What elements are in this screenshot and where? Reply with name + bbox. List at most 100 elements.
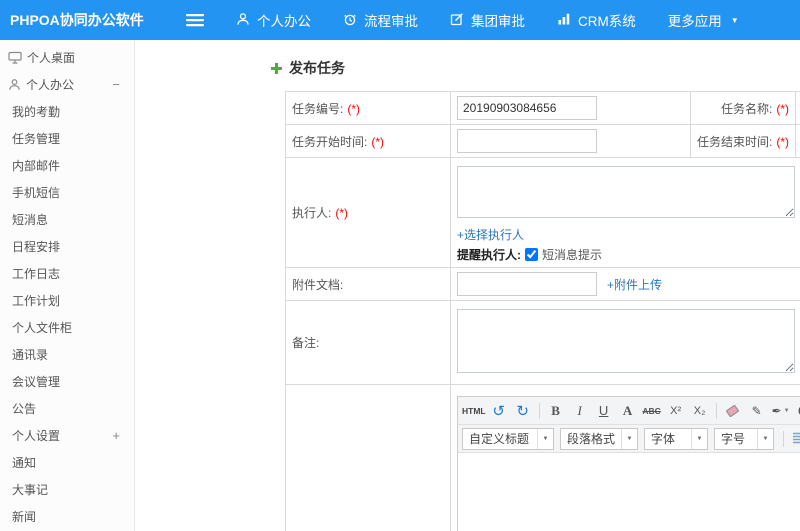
redo-button[interactable]: ↻ — [512, 400, 534, 421]
sidebar-item-label: 个人桌面 — [27, 51, 76, 65]
editor-content-area[interactable] — [458, 453, 800, 531]
heading-select-value: 自定义标题 — [469, 432, 530, 446]
nav-more-apps[interactable]: 更多应用 ▼ — [652, 0, 755, 40]
font-style-button[interactable]: A — [617, 400, 639, 421]
attachment-upload-link[interactable]: +附件上传 — [607, 276, 662, 293]
start-time-label: 任务开始时间: — [292, 134, 368, 149]
sidebar-item-mobile-sms[interactable]: 手机短信 — [0, 179, 134, 206]
collapse-icon[interactable]: − — [112, 77, 134, 92]
app-logo: PHPOA协同办公软件 — [10, 12, 144, 28]
remove-format-button[interactable] — [722, 400, 744, 421]
bar-chart-icon — [557, 12, 571, 29]
edit-icon — [450, 12, 464, 29]
align-left-icon[interactable] — [789, 429, 800, 449]
toolbar-separator — [783, 430, 784, 447]
menu-toggle-button[interactable] — [180, 0, 210, 40]
desktop-icon — [8, 51, 22, 64]
nav-group-approval[interactable]: 集团审批 — [434, 0, 541, 40]
superscript-button[interactable]: X² — [665, 400, 687, 421]
table-row: 备注: — [285, 300, 800, 385]
font-family-select[interactable]: 字体 ▼ — [644, 427, 708, 450]
heading-select[interactable]: 自定义标题 ▼ — [462, 427, 554, 450]
font-size-select[interactable]: 字号 ▼ — [714, 427, 774, 450]
choose-executor-link[interactable]: +选择执行人 — [457, 226, 524, 243]
caret-down-icon: ▼ — [757, 428, 773, 449]
sidebar-item-label: 短消息 — [12, 213, 49, 227]
sidebar-item-label: 个人文件柜 — [12, 321, 73, 335]
sidebar-item-label: 通知 — [12, 456, 37, 470]
sidebar-item-label: 日程安排 — [12, 240, 61, 254]
executor-textarea[interactable] — [457, 166, 795, 218]
app-window: PHPOA协同办公软件 个人办公 流程审批 集团审批 CRM系统 更多应用 ▼ … — [0, 0, 800, 531]
bold-button[interactable]: B — [545, 400, 567, 421]
sidebar-item-label: 任务管理 — [12, 132, 61, 146]
blockquote-button[interactable]: 66 — [794, 400, 800, 421]
table-row: 任务开始时间: (*) 任务结束时间: (*) — [285, 124, 800, 158]
caret-down-icon: ▼ — [621, 428, 637, 449]
task-no-label: 任务编号: — [292, 101, 344, 116]
sidebar-item-label: 个人办公 — [26, 78, 75, 92]
page-title-text: 发布任务 — [289, 60, 345, 76]
source-code-button[interactable]: HTML — [462, 400, 486, 421]
nav-personal-office[interactable]: 个人办公 — [220, 0, 327, 40]
toolbar-separator — [538, 402, 540, 419]
sidebar-item-label: 大事记 — [12, 483, 49, 497]
start-time-input[interactable] — [457, 129, 597, 153]
sidebar-item-label: 公告 — [12, 402, 37, 416]
subscript-button[interactable]: X₂ — [689, 400, 711, 421]
editor-toolbar-row2: 自定义标题 ▼ 段落格式 ▼ 字体 ▼ 字号 ▼ — [458, 425, 800, 453]
sidebar-item-personal-settings[interactable]: 个人设置 + — [0, 422, 134, 449]
sidebar-item-label: 新闻 — [12, 510, 37, 524]
eraser-icon — [725, 404, 740, 417]
nav-process-approval[interactable]: 流程审批 — [327, 0, 434, 40]
end-time-label: 任务结束时间: — [697, 134, 773, 149]
sidebar-item-internal-mail[interactable]: 内部邮件 — [0, 152, 134, 179]
clock-icon — [343, 12, 357, 29]
rich-text-editor: HTML ↺ ↻ B I U A ABC X² X₂ ✎ ✒ ▼ 自定义标题 ▼… — [457, 396, 800, 531]
expand-icon[interactable]: + — [112, 428, 134, 443]
sidebar-item-label: 工作日志 — [12, 267, 61, 281]
remark-textarea[interactable] — [457, 309, 795, 373]
strikethrough-button[interactable]: ABC — [641, 400, 663, 421]
user-icon — [236, 12, 250, 29]
undo-button[interactable]: ↺ — [488, 400, 510, 421]
caret-down-icon: ▼ — [783, 407, 790, 414]
pen-color-button[interactable]: ✒ ▼ — [770, 400, 792, 421]
caret-down-icon: ▼ — [537, 428, 553, 449]
nav-label: CRM系统 — [578, 14, 636, 29]
sidebar-item-attendance[interactable]: 我的考勤 — [0, 98, 134, 125]
sidebar-item-news[interactable]: 新闻 — [0, 503, 134, 530]
sidebar-item-work-log[interactable]: 工作日志 — [0, 260, 134, 287]
editor-toolbar-row1: HTML ↺ ↻ B I U A ABC X² X₂ ✎ ✒ ▼ — [458, 397, 800, 425]
sidebar-item-short-message[interactable]: 短消息 — [0, 206, 134, 233]
sidebar-item-major-events[interactable]: 大事记 — [0, 476, 134, 503]
sms-remind-checkbox[interactable] — [525, 248, 538, 261]
sidebar-item-schedule[interactable]: 日程安排 — [0, 233, 134, 260]
sidebar-item-notice[interactable]: 通知 — [0, 449, 134, 476]
sidebar-item-label: 会议管理 — [12, 375, 61, 389]
underline-button[interactable]: U — [593, 400, 615, 421]
required-mark: (*) — [776, 101, 789, 116]
sidebar-item-file-cabinet[interactable]: 个人文件柜 — [0, 314, 134, 341]
sidebar-item-personal-office[interactable]: 个人办公 − — [0, 71, 134, 98]
sidebar-item-contacts[interactable]: 通讯录 — [0, 341, 134, 368]
sidebar-item-label: 通讯录 — [12, 348, 49, 362]
sidebar-item-task-management[interactable]: 任务管理 — [0, 125, 134, 152]
sidebar-item-label: 内部邮件 — [12, 159, 61, 173]
sidebar-item-personal-desktop[interactable]: 个人桌面 — [0, 44, 134, 71]
format-brush-button[interactable]: ✎ — [746, 400, 768, 421]
nav-label: 流程审批 — [364, 14, 418, 29]
italic-button[interactable]: I — [569, 400, 591, 421]
sidebar: 个人桌面 个人办公 − 我的考勤 任务管理 内部邮件 手机短信 短消息 日程安排… — [0, 40, 135, 531]
attachment-input[interactable] — [457, 272, 597, 296]
sidebar-item-meeting-management[interactable]: 会议管理 — [0, 368, 134, 395]
paragraph-format-select[interactable]: 段落格式 ▼ — [560, 427, 638, 450]
sidebar-item-announcement[interactable]: 公告 — [0, 395, 134, 422]
table-row: 附件文档: +附件上传 — [285, 267, 800, 301]
publish-task-form: 任务编号:(*) 任务名称:(*) 任务开始时间:(*) 任务结束时间:(*) … — [285, 91, 800, 531]
nav-crm-system[interactable]: CRM系统 — [541, 0, 652, 40]
attachment-label: 附件文档: — [292, 277, 344, 292]
sidebar-item-work-plan[interactable]: 工作计划 — [0, 287, 134, 314]
top-nav: 个人办公 流程审批 集团审批 CRM系统 更多应用 ▼ — [220, 0, 755, 40]
task-no-input[interactable] — [457, 96, 597, 120]
